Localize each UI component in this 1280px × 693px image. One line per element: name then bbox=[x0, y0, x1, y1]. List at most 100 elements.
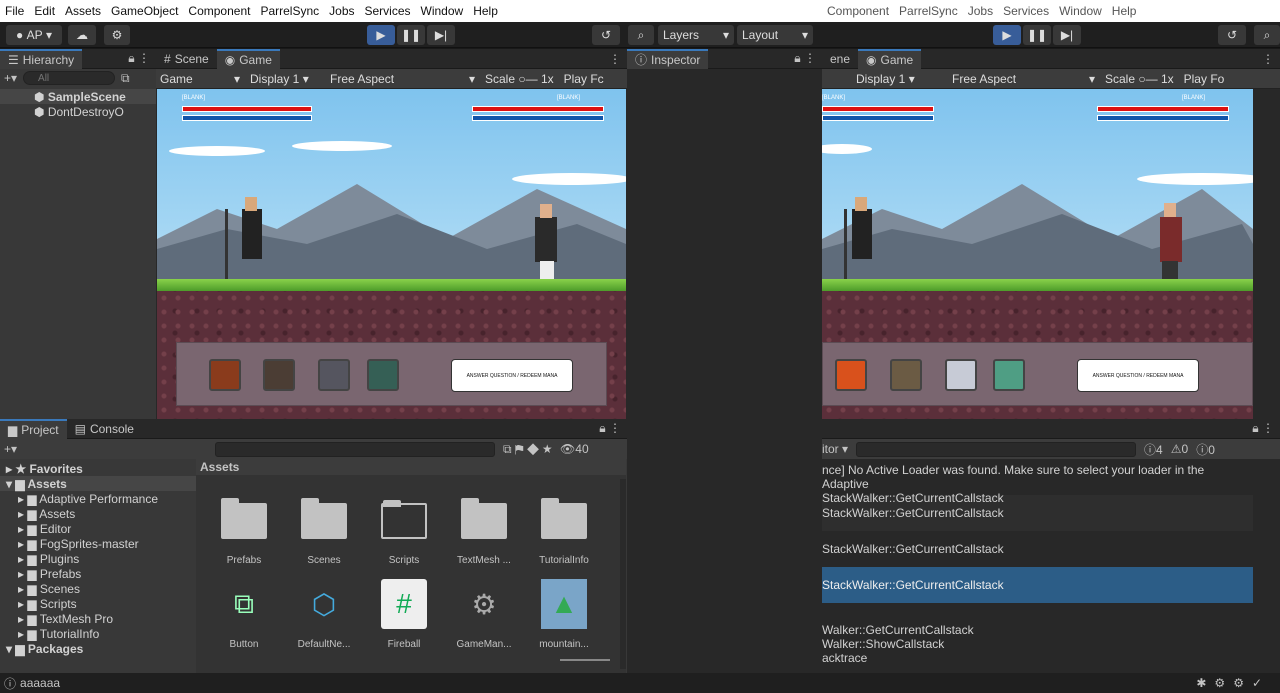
play-button[interactable]: ▶ bbox=[367, 25, 395, 45]
scene-item[interactable]: ⬢ SampleScene bbox=[0, 89, 156, 104]
ability-slot-shield[interactable] bbox=[945, 359, 977, 391]
step-button-right[interactable]: ▶| bbox=[1053, 25, 1081, 45]
scale-slider[interactable]: Scale ○— 1x bbox=[485, 72, 554, 86]
log-row-selected[interactable]: StackWalker::GetCurrentCallstack bbox=[822, 567, 1253, 603]
ability-slot-fire[interactable] bbox=[835, 359, 867, 391]
scale-slider-right[interactable]: Scale ○— 1x bbox=[1105, 72, 1174, 86]
menu-item[interactable]: Help bbox=[468, 4, 503, 18]
lock-icon[interactable]: 🔒︎ ⋮ bbox=[1252, 421, 1280, 436]
project-tree-item[interactable]: ▾ ▆ Packages bbox=[0, 641, 196, 656]
ability-slot-fire[interactable] bbox=[209, 359, 241, 391]
project-tree-item[interactable]: ▾ ▆ Assets bbox=[0, 476, 196, 491]
log-row[interactable]: StackWalker::GetCurrentCallstack bbox=[822, 531, 1253, 567]
menu-item[interactable]: Help bbox=[1107, 4, 1142, 18]
play-button-right[interactable]: ▶ bbox=[993, 25, 1021, 45]
alert-count[interactable]: ⚠0 bbox=[1171, 442, 1188, 456]
ability-slot-pickaxe[interactable] bbox=[890, 359, 922, 391]
search-icon[interactable]: ⌕ bbox=[628, 25, 654, 45]
hierarchy-search-input[interactable] bbox=[23, 71, 116, 85]
project-tree-item[interactable]: ▸ ▆ Assets bbox=[0, 506, 196, 521]
menu-item[interactable]: Jobs bbox=[963, 4, 998, 18]
cloud-icon[interactable]: ☁ bbox=[68, 25, 96, 45]
layout-dropdown[interactable]: Layout ▾ bbox=[737, 25, 813, 45]
add-icon[interactable]: +▾ bbox=[4, 442, 17, 456]
project-tree-item[interactable]: ▸ ▆ Plugins bbox=[0, 551, 196, 566]
tab-game[interactable]: ◉ Game bbox=[216, 48, 280, 69]
project-tree-item[interactable]: ▸ ▆ TutorialInfo bbox=[0, 626, 196, 641]
tab-inspector[interactable]: ⓘ Inspector bbox=[627, 48, 709, 69]
display-dropdown-right[interactable]: Display 1 ▾ bbox=[856, 72, 942, 86]
filter-icon[interactable]: ⧉ ⚑ ◆ ★ bbox=[503, 442, 552, 457]
asset-item[interactable]: TextMesh ... bbox=[444, 495, 524, 566]
menu-item[interactable]: Component bbox=[183, 4, 255, 18]
asset-item[interactable]: # Fireball bbox=[364, 579, 444, 650]
zoom-slider[interactable] bbox=[560, 659, 610, 661]
answer-question-button[interactable]: ANSWER QUESTION / REDEEM MANA bbox=[451, 359, 573, 392]
history-icon[interactable]: ↺ bbox=[592, 25, 620, 45]
more-icon[interactable]: ⋮ bbox=[609, 52, 627, 66]
menu-item[interactable]: Window bbox=[416, 4, 469, 18]
asset-item[interactable]: ⬡ DefaultNe... bbox=[284, 579, 364, 651]
lock-icon[interactable]: 🔒︎ ⋮ bbox=[794, 51, 822, 66]
layers-dropdown[interactable]: Layers ▾ bbox=[658, 25, 734, 45]
asset-item[interactable]: ⚙ GameMan... bbox=[444, 579, 524, 651]
aspect-dropdown[interactable]: Free Aspect ▾ bbox=[330, 72, 475, 86]
display-dropdown[interactable]: Display 1 ▾ bbox=[250, 72, 320, 86]
tab-game-right[interactable]: ◉ Game bbox=[858, 48, 922, 69]
collab-icon[interactable]: ⚙ bbox=[104, 25, 130, 45]
history-icon-right[interactable]: ↺ bbox=[1218, 25, 1246, 45]
search-icon-right[interactable]: ⌕ bbox=[1254, 25, 1280, 45]
lock-icon[interactable]: 🔒︎ ⋮ bbox=[599, 421, 627, 436]
project-search-input[interactable] bbox=[215, 441, 496, 457]
account-dropdown[interactable]: ● AP ▾ bbox=[6, 25, 62, 45]
asset-scrollbar[interactable] bbox=[620, 479, 626, 669]
ability-slot-pickaxe[interactable] bbox=[263, 359, 295, 391]
ability-slot-shield[interactable] bbox=[318, 359, 350, 391]
aspect-dropdown-right[interactable]: Free Aspect ▾ bbox=[952, 72, 1095, 86]
tab-project[interactable]: ▆ Project bbox=[0, 418, 67, 439]
game-mode-dropdown[interactable]: Game ▾ bbox=[160, 72, 240, 86]
menu-item[interactable]: Window bbox=[1054, 4, 1107, 18]
ability-slot-heal[interactable] bbox=[993, 359, 1025, 391]
asset-item[interactable]: Scripts bbox=[364, 495, 444, 566]
tab-hierarchy[interactable]: ☰ Hierarchy bbox=[0, 48, 83, 69]
tab-scene[interactable]: # Scene bbox=[156, 49, 217, 69]
project-tree-item[interactable]: ▸ ▆ TextMesh Pro bbox=[0, 611, 196, 626]
warning-count[interactable]: ⓘ4 bbox=[1144, 441, 1163, 458]
pause-button[interactable]: ❚❚ bbox=[397, 25, 425, 45]
lock-icon[interactable]: 🔒︎ ⋮ bbox=[128, 51, 156, 66]
scene-item[interactable]: ⬢ DontDestroyO bbox=[0, 104, 156, 119]
filter-icon[interactable]: ⧉ bbox=[121, 71, 130, 86]
ability-slot-heal[interactable] bbox=[367, 359, 399, 391]
menu-item[interactable]: ParrelSync bbox=[894, 4, 963, 18]
asset-item[interactable]: TutorialInfo bbox=[524, 495, 604, 566]
menu-item[interactable]: File bbox=[0, 4, 29, 18]
asset-item[interactable]: ▲ mountain... bbox=[524, 579, 604, 650]
status-icons[interactable]: ✱⚙⚙✓ bbox=[1196, 676, 1280, 690]
project-tree-item[interactable]: ▸ ▆ Editor bbox=[0, 521, 196, 536]
menu-item[interactable]: ParrelSync bbox=[255, 4, 324, 18]
menu-item[interactable]: Edit bbox=[29, 4, 60, 18]
play-focused-dropdown[interactable]: Play Fc bbox=[564, 72, 604, 86]
menu-item[interactable]: Jobs bbox=[324, 4, 359, 18]
asset-item[interactable]: ⧉ Button bbox=[204, 579, 284, 651]
error-count[interactable]: ⓘ0 bbox=[1196, 441, 1215, 458]
tab-scene-right[interactable]: ene bbox=[822, 49, 858, 69]
add-icon[interactable]: +▾ bbox=[4, 71, 17, 85]
answer-question-button-right[interactable]: ANSWER QUESTION / REDEEM MANA bbox=[1077, 359, 1199, 392]
editor-dropdown[interactable]: itor ▾ bbox=[822, 442, 848, 456]
log-row[interactable]: nce] No Active Loader was found. Make su… bbox=[822, 459, 1253, 505]
pause-button-right[interactable]: ❚❚ bbox=[1023, 25, 1051, 45]
tab-console[interactable]: ▤ Console bbox=[67, 419, 142, 439]
menu-item[interactable]: Assets bbox=[60, 4, 106, 18]
more-icon[interactable]: ⋮ bbox=[1262, 52, 1280, 66]
project-tree-item[interactable]: ▸ ▆ FogSprites-master bbox=[0, 536, 196, 551]
asset-item[interactable]: Scenes bbox=[284, 495, 364, 566]
project-tree-item[interactable]: ▸ ▆ Scenes bbox=[0, 581, 196, 596]
menu-item[interactable]: Services bbox=[998, 4, 1054, 18]
asset-item[interactable]: Prefabs bbox=[204, 495, 284, 566]
menu-item[interactable]: GameObject bbox=[106, 4, 183, 18]
project-tree-item[interactable]: ▸ ▆ Scripts bbox=[0, 596, 196, 611]
step-button[interactable]: ▶| bbox=[427, 25, 455, 45]
console-search-input[interactable] bbox=[856, 441, 1137, 457]
